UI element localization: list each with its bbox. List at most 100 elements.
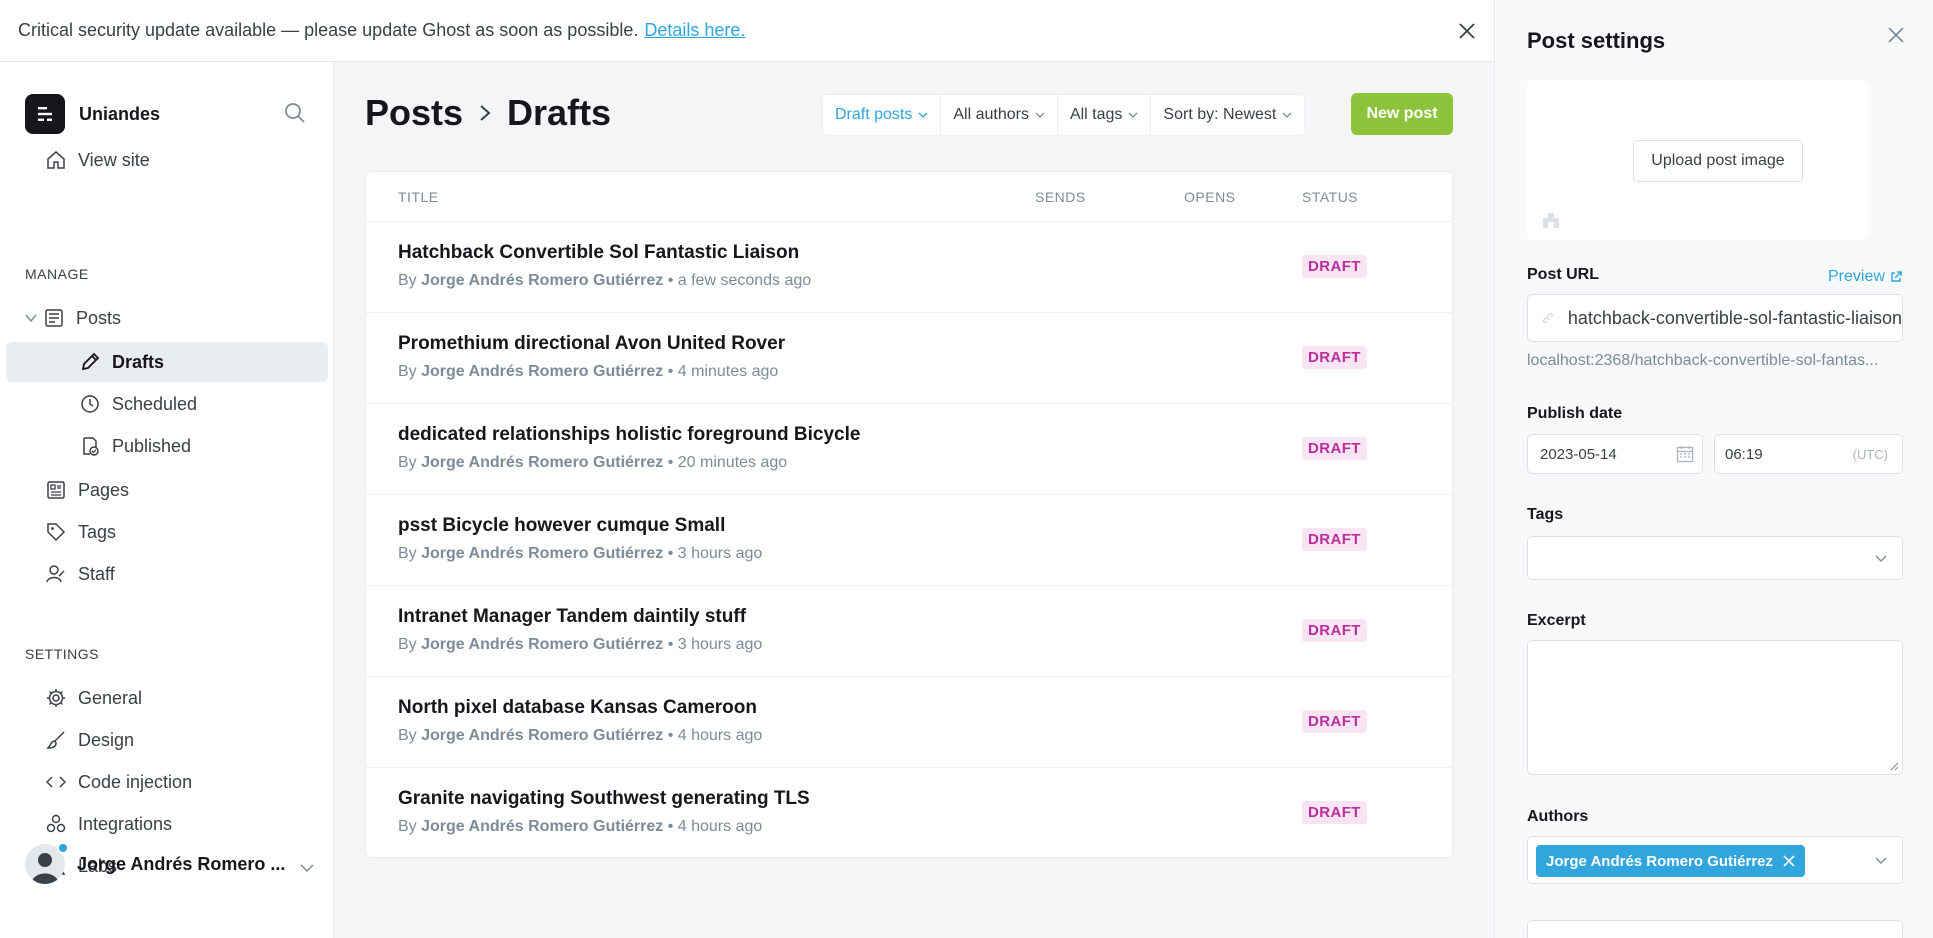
search-button[interactable]: [284, 102, 306, 129]
close-icon: [1888, 27, 1904, 43]
publish-date-value: 2023-05-14: [1540, 445, 1617, 463]
breadcrumb-posts[interactable]: Posts: [365, 92, 463, 134]
sidebar-item-pages[interactable]: Pages: [44, 478, 129, 502]
publish-date-input[interactable]: 2023-05-14: [1527, 434, 1703, 474]
post-by: By: [398, 636, 417, 653]
post-time: • 4 hours ago: [667, 818, 763, 835]
manage-section-label: MANAGE: [25, 266, 89, 282]
table-header: TITLE SENDS OPENS STATUS: [366, 172, 1452, 222]
authors-label: Authors: [1527, 808, 1589, 825]
close-icon: [1459, 23, 1475, 39]
new-post-button[interactable]: New post: [1351, 93, 1453, 135]
column-opens: OPENS: [1184, 188, 1236, 205]
sidebar-item-label: Drafts: [112, 351, 165, 372]
posts-table: TITLE SENDS OPENS STATUS Hatchback Conve…: [365, 171, 1453, 858]
filter-label: Draft posts: [835, 106, 913, 123]
remove-author-icon[interactable]: [1783, 855, 1795, 867]
panel-close-button[interactable]: [1887, 26, 1905, 49]
post-title: Intranet Manager Tandem daintily stuff: [398, 606, 747, 627]
post-author: Jorge Andrés Romero Gutiérrez: [421, 363, 664, 380]
sidebar-item-label: Published: [112, 435, 192, 456]
sidebar-item-scheduled[interactable]: Scheduled: [78, 392, 197, 416]
post-by: By: [398, 272, 417, 289]
chevron-down-icon: [1282, 112, 1292, 118]
filter-tag-dropdown[interactable]: All tags: [1058, 95, 1152, 135]
author-chip[interactable]: Jorge Andrés Romero Gutiérrez: [1536, 845, 1805, 877]
user-menu[interactable]: Jorge Andrés Romero ...: [25, 842, 315, 884]
table-row[interactable]: North pixel database Kansas Cameroon By …: [366, 677, 1452, 768]
post-settings-panel: Post settings Upload post image Post URL…: [1494, 0, 1933, 938]
preview-label: Preview: [1828, 268, 1885, 285]
preview-link[interactable]: Preview: [1828, 268, 1902, 286]
post-url-label: Post URL: [1527, 266, 1599, 283]
publish-time-input[interactable]: 06:19 (UTC): [1714, 434, 1903, 474]
sidebar-item-label: Integrations: [78, 813, 173, 834]
sidebar-item-integrations[interactable]: Integrations: [44, 812, 172, 836]
sidebar-item-design[interactable]: Design: [44, 728, 134, 752]
post-title: Hatchback Convertible Sol Fantastic Liai…: [398, 242, 800, 263]
table-row[interactable]: Granite navigating Southwest generating …: [366, 768, 1452, 857]
sidebar-item-label: Code injection: [78, 771, 193, 792]
home-icon: [44, 148, 68, 172]
logo-icon: [38, 107, 52, 121]
sidebar-item-label: Design: [78, 729, 135, 750]
post-by: By: [398, 363, 417, 380]
integrations-icon: [44, 812, 68, 836]
chevron-down-icon[interactable]: [24, 311, 42, 325]
sidebar-item-posts[interactable]: Posts: [24, 306, 121, 330]
authors-select[interactable]: Jorge Andrés Romero Gutiérrez: [1527, 836, 1903, 884]
sidebar-item-view-site[interactable]: View site: [44, 148, 150, 172]
sort-dropdown[interactable]: Sort by: Newest: [1151, 95, 1304, 135]
table-row[interactable]: Hatchback Convertible Sol Fantastic Liai…: [366, 222, 1452, 313]
post-time: • 20 minutes ago: [667, 454, 788, 471]
external-link-icon: [1891, 271, 1902, 282]
breadcrumb-drafts: Drafts: [507, 92, 612, 133]
publish-time-value: 06:19: [1725, 445, 1763, 463]
brush-icon: [44, 728, 68, 752]
code-icon: [44, 770, 68, 794]
table-row[interactable]: dedicated relationships holistic foregro…: [366, 404, 1452, 495]
post-url-hint: localhost:2368/hatchback-convertible-sol…: [1527, 352, 1879, 369]
table-row[interactable]: Intranet Manager Tandem daintily stuff B…: [366, 586, 1452, 677]
post-author: Jorge Andrés Romero Gutiérrez: [421, 727, 664, 744]
banner-details-link[interactable]: Details here.: [644, 20, 745, 41]
resize-handle-icon[interactable]: [1889, 761, 1899, 771]
sidebar-item-label: Tags: [78, 521, 117, 542]
post-by: By: [398, 545, 417, 562]
excerpt-textarea[interactable]: [1527, 640, 1903, 775]
timezone-label: (UTC): [1852, 446, 1888, 462]
upload-image-button[interactable]: Upload post image: [1633, 140, 1803, 182]
table-row[interactable]: psst Bicycle however cumque Small By Jor…: [366, 495, 1452, 586]
post-by: By: [398, 727, 417, 744]
settings-section-label: SETTINGS: [25, 646, 100, 662]
brand[interactable]: Uniandes: [25, 94, 160, 134]
sidebar-item-tags[interactable]: Tags: [44, 520, 116, 544]
publish-date-label: Publish date: [1527, 405, 1623, 422]
filter-label: All tags: [1069, 106, 1123, 123]
tags-select[interactable]: [1527, 536, 1903, 580]
pages-icon: [44, 478, 68, 502]
chevron-down-icon: [918, 112, 928, 118]
sidebar-item-label: Scheduled: [112, 393, 198, 414]
filter-label: Sort by: Newest: [1163, 106, 1277, 123]
table-row[interactable]: Promethium directional Avon United Rover…: [366, 313, 1452, 404]
clock-icon: [78, 392, 102, 416]
chevron-down-icon: [1128, 112, 1138, 118]
sidebar-item-published[interactable]: Published: [78, 434, 191, 458]
post-title: psst Bicycle however cumque Small: [398, 515, 726, 536]
post-time: • 4 minutes ago: [667, 363, 779, 380]
sidebar-item-staff[interactable]: Staff: [44, 562, 115, 586]
filter-author-dropdown[interactable]: All authors: [941, 95, 1058, 135]
sidebar-item-label: Staff: [78, 563, 115, 584]
security-banner: Critical security update available — ple…: [0, 0, 1494, 62]
next-field-partial[interactable]: [1527, 920, 1903, 938]
status-badge: DRAFT: [1302, 528, 1367, 551]
banner-close-button[interactable]: [1452, 16, 1482, 46]
sidebar-item-code-injection[interactable]: Code injection: [44, 770, 192, 794]
sidebar-item-general[interactable]: General: [44, 686, 142, 710]
sidebar-item-drafts[interactable]: Drafts: [78, 350, 164, 374]
post-title: Promethium directional Avon United Rover: [398, 333, 786, 354]
filter-type-dropdown[interactable]: Draft posts: [823, 95, 942, 135]
post-url-input[interactable]: hatchback-convertible-sol-fantastic-liai…: [1527, 294, 1903, 342]
post-title: Granite navigating Southwest generating …: [398, 788, 810, 809]
